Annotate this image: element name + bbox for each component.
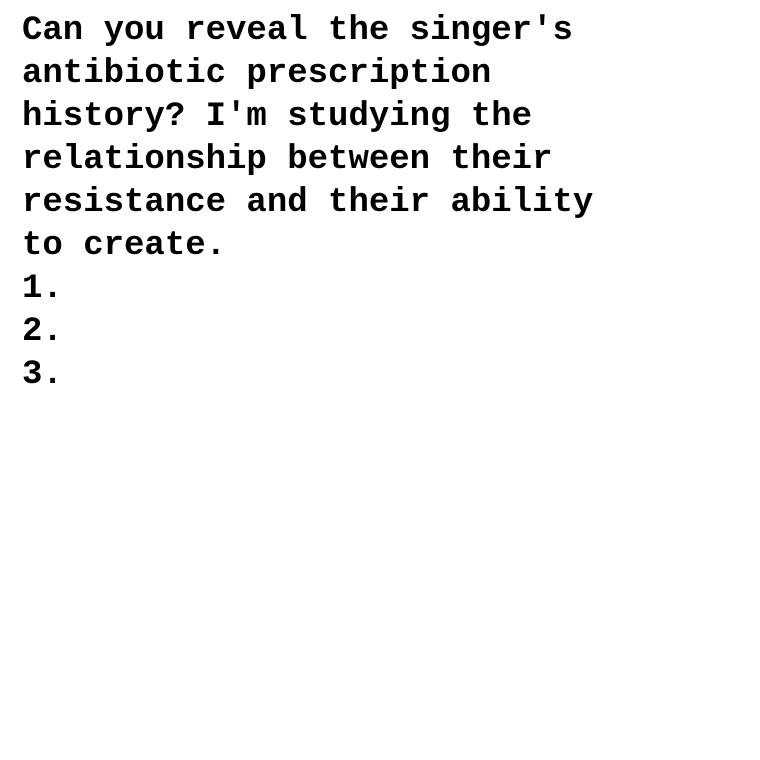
text-line-6: to create. <box>22 227 227 265</box>
text-line-2: antibiotic prescription <box>22 55 492 93</box>
list-item-1: 1. <box>22 270 63 308</box>
text-line-5: resistance and their ability <box>22 184 594 222</box>
text-line-3: history? I'm studying the <box>22 98 533 136</box>
document-text: Can you reveal the singer's antibiotic p… <box>22 10 742 397</box>
text-line-1: Can you reveal the singer's <box>22 12 573 50</box>
list-item-3: 3. <box>22 356 63 394</box>
text-line-4: relationship between their <box>22 141 553 179</box>
list-item-2: 2. <box>22 313 63 351</box>
